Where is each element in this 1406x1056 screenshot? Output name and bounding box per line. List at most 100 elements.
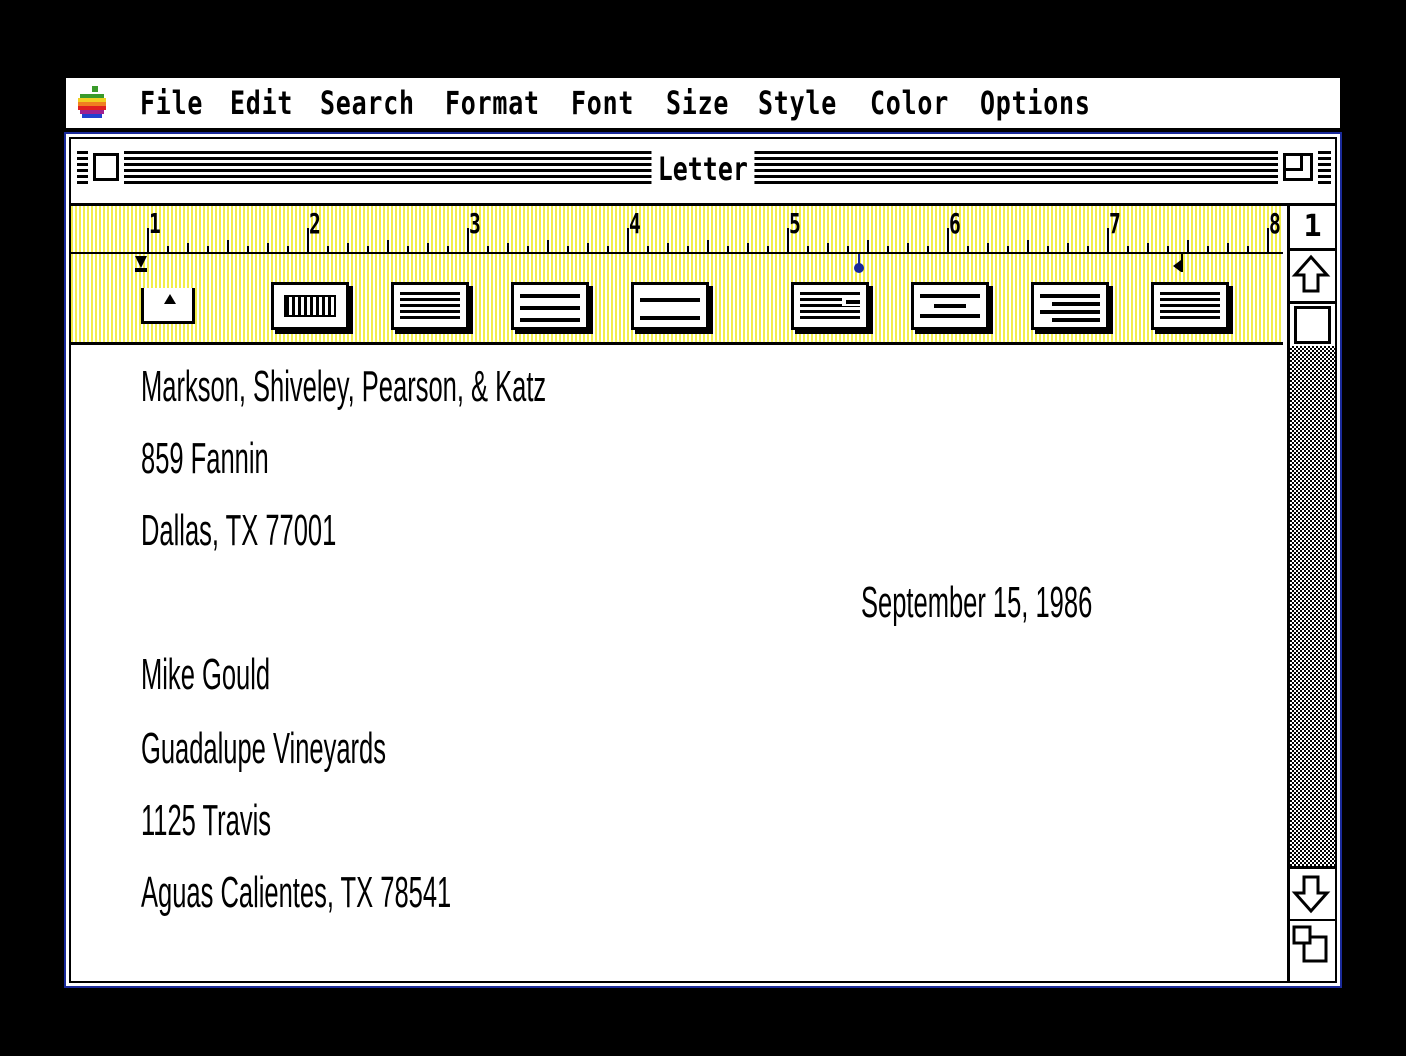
- ruler-tick: [1047, 246, 1049, 252]
- ruler-tick: [767, 246, 769, 252]
- ruler-tick: [667, 243, 669, 252]
- ruler-tick: [927, 246, 929, 252]
- scroll-track[interactable]: [1290, 346, 1335, 866]
- ruler-tick: [1207, 246, 1209, 252]
- ruler-tick: [167, 246, 169, 252]
- ruler-tick: [247, 246, 249, 252]
- align-justify-button[interactable]: [1151, 282, 1229, 330]
- ruler-number: 4: [629, 207, 641, 240]
- ruler-tick: [487, 246, 489, 252]
- menu-font[interactable]: Font: [571, 84, 634, 122]
- title-bar[interactable]: Letter: [71, 139, 1335, 206]
- menu-format[interactable]: Format: [445, 84, 540, 122]
- spacing-double-button[interactable]: [631, 282, 709, 330]
- ruler-number: 5: [789, 207, 801, 240]
- screen: File Edit Search Format Font Size Style …: [0, 0, 1406, 1056]
- ruler-tick: [327, 246, 329, 252]
- align-center-button[interactable]: [911, 282, 989, 330]
- spacing-single-button[interactable]: [391, 282, 469, 330]
- align-center-icon: [920, 292, 980, 320]
- vertical-scrollbar[interactable]: 1: [1287, 206, 1335, 981]
- recipient-name: Mike Gould: [141, 650, 271, 699]
- zoom-box-icon[interactable]: [1278, 148, 1318, 186]
- menu-style[interactable]: Style: [758, 84, 837, 122]
- tab-marker-icon[interactable]: [852, 254, 866, 274]
- ruler-tick: [887, 246, 889, 252]
- ruler-tick: [1147, 243, 1149, 252]
- ruler-tick: [827, 243, 829, 252]
- align-justify-icon: [1160, 292, 1220, 320]
- scroll-down-arrow-icon: [1291, 875, 1331, 914]
- ruler-tick: [1027, 240, 1029, 252]
- scroll-down-button[interactable]: [1290, 866, 1335, 922]
- size-box[interactable]: [1290, 921, 1335, 981]
- ruler-tick: [847, 246, 849, 252]
- ruler-number: 7: [1109, 207, 1121, 240]
- menu-color[interactable]: Color: [870, 84, 949, 122]
- letter-date: September 15, 1986: [861, 578, 1093, 627]
- recipient-city: Aguas Calientes, TX 78541: [141, 868, 452, 917]
- menu-file[interactable]: File: [140, 84, 203, 122]
- indent-marker-icon: [164, 294, 176, 304]
- menu-edit[interactable]: Edit: [230, 84, 293, 122]
- ruler-tick: [647, 246, 649, 252]
- ruler-tick: [967, 246, 969, 252]
- scroll-up-arrow-icon: [1291, 254, 1331, 293]
- ruler[interactable]: 1 2 3 4 5 6 7 8: [71, 206, 1283, 345]
- recipient-street: 1125 Travis: [141, 796, 272, 845]
- spacing-onehalf-icon: [520, 292, 580, 322]
- menu-search[interactable]: Search: [320, 84, 415, 122]
- ruler-tick: [687, 246, 689, 252]
- ruler-tick: [1087, 246, 1089, 252]
- ruler-tick: [367, 246, 369, 252]
- ruler-tick: [1067, 243, 1069, 252]
- ruler-tab-button[interactable]: [271, 282, 349, 330]
- scroll-up-button[interactable]: [1290, 251, 1335, 304]
- ruler-tick: [907, 243, 909, 252]
- spacing-onehalf-button[interactable]: [511, 282, 589, 330]
- ruler-tick: [187, 243, 189, 252]
- document-body[interactable]: Markson, Shiveley, Pearson, & Katz 859 F…: [71, 345, 1283, 981]
- menu-size[interactable]: Size: [666, 84, 729, 122]
- window-frame: Letter 1 2 3 4 5 6 7 8 1 Markson, Shivel…: [69, 137, 1337, 983]
- ruler-tick: [387, 240, 389, 252]
- ruler-tick: [607, 246, 609, 252]
- ruler-tick: [707, 240, 709, 252]
- ruler-tick: [1187, 240, 1189, 252]
- scroll-thumb[interactable]: [1294, 306, 1331, 344]
- ruler-tick: [807, 246, 809, 252]
- menu-bar: File Edit Search Format Font Size Style …: [66, 78, 1340, 131]
- apple-menu-icon[interactable]: [74, 84, 110, 122]
- align-right-button[interactable]: [1031, 282, 1109, 330]
- ruler-tick: [1227, 243, 1229, 252]
- ruler-tick: [407, 246, 409, 252]
- size-box-icon: [1292, 925, 1328, 963]
- ruler-tick: [527, 246, 529, 252]
- ruler-tick: [207, 246, 209, 252]
- menu-options[interactable]: Options: [980, 84, 1091, 122]
- align-left-button[interactable]: [791, 282, 869, 330]
- ruler-number: 3: [469, 207, 481, 240]
- ruler-tick: [867, 240, 869, 252]
- ruler-tick: [747, 243, 749, 252]
- align-left-icon: [800, 292, 860, 320]
- window-title: Letter: [71, 149, 1335, 189]
- spacing-single-icon: [400, 292, 460, 320]
- ruler-number: 1: [149, 207, 161, 240]
- right-margin-marker-icon[interactable]: [1171, 254, 1187, 274]
- ruler-indent-button[interactable]: [141, 288, 195, 324]
- sender-city: Dallas, TX 77001: [141, 506, 337, 555]
- ruler-baseline: [71, 252, 1283, 254]
- ruler-tick: [1127, 246, 1129, 252]
- sender-name: Markson, Shiveley, Pearson, & Katz: [141, 362, 547, 411]
- spacing-double-icon: [640, 292, 700, 320]
- ruler-tick: [427, 243, 429, 252]
- ruler-tick: [1247, 246, 1249, 252]
- ruler-number: 8: [1269, 207, 1281, 240]
- align-right-icon: [1040, 292, 1100, 322]
- left-margin-marker-icon[interactable]: [133, 254, 149, 274]
- ruler-number: 6: [949, 207, 961, 240]
- ruler-tick: [507, 243, 509, 252]
- ruler-tick: [547, 240, 549, 252]
- document-window: Letter 1 2 3 4 5 6 7 8 1 Markson, Shivel…: [64, 132, 1342, 988]
